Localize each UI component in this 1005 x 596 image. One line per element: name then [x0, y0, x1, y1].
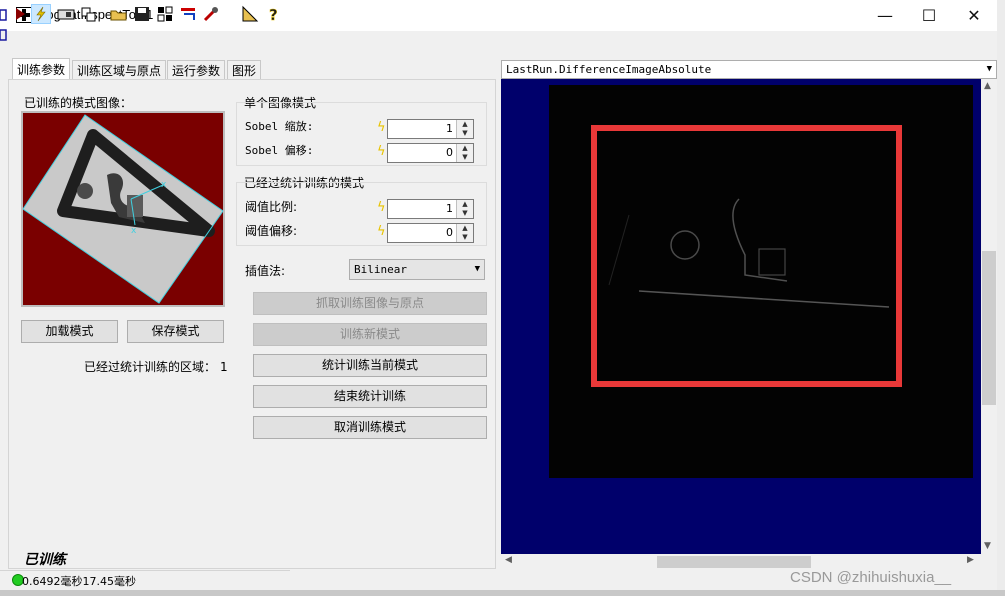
stat-train-current-button[interactable]: 统计训练当前模式 — [253, 354, 487, 377]
wrench-icon[interactable] — [201, 4, 221, 24]
bolt-icon: ϟ — [377, 200, 386, 215]
spin-arrows-icon: ▲ ▼ — [456, 200, 473, 218]
scroll-down-icon[interactable]: ▼ — [984, 541, 991, 551]
help-icon[interactable]: ? — [263, 4, 283, 25]
model-image-label: 已训练的模式图像： — [24, 96, 133, 110]
threshold-offset-label: 阈值偏移: — [245, 224, 298, 238]
image-selector[interactable]: LastRun.DifferenceImageAbsolute ▼ — [501, 60, 997, 79]
sobel-scale-label: Sobel 缩放: — [245, 120, 314, 133]
cancel-train-button[interactable]: 取消训练模式 — [253, 416, 487, 439]
grid-icon[interactable] — [155, 4, 175, 24]
trained-status: 已训练 — [24, 552, 66, 568]
tab-train-region[interactable]: 训练区域与原点 — [72, 60, 167, 80]
background-window-edge — [0, 0, 8, 60]
train-icon[interactable] — [31, 4, 51, 24]
threshold-offset-input[interactable]: 0 ▲ ▼ — [387, 223, 474, 243]
highlight-rectangle — [591, 125, 902, 387]
tab-train-params[interactable]: 训练参数 — [12, 58, 71, 80]
sobel-offset-input[interactable]: 0 ▲ ▼ — [387, 143, 474, 163]
svg-text:?: ? — [269, 6, 278, 24]
load-model-button[interactable]: 加载模式 — [21, 320, 118, 343]
threshold-scale-input[interactable]: 1 ▲ ▼ — [387, 199, 474, 219]
status-time: 0.6492毫秒17.45毫秒 — [22, 575, 136, 588]
sobel-scale-input[interactable]: 1 ▲ ▼ — [387, 119, 474, 139]
reset-icon[interactable] — [178, 4, 198, 24]
grab-train-image-button[interactable]: 抓取训练图像与原点 — [253, 292, 487, 315]
spin-arrows-icon: ▲ ▼ — [456, 144, 473, 162]
stat-region-count: 1 — [220, 360, 228, 374]
background-window-edge — [997, 0, 1005, 596]
tab-run-params[interactable]: 运行参数 — [167, 60, 226, 80]
open-icon[interactable] — [109, 4, 129, 24]
vertical-scrollbar[interactable]: ▲ ▼ — [981, 79, 997, 554]
copy-icon[interactable] — [79, 4, 99, 24]
scroll-thumb[interactable] — [657, 556, 811, 568]
scroll-up-icon[interactable]: ▲ — [984, 81, 991, 91]
spin-arrows-icon: ▲ ▼ — [456, 120, 473, 138]
maximize-button[interactable]: ☐ — [906, 0, 952, 31]
bolt-icon: ϟ — [377, 144, 386, 159]
chevron-down-icon: ▼ — [986, 64, 992, 74]
bolt-icon: ϟ — [377, 120, 386, 135]
minimize-button[interactable]: — — [862, 0, 908, 31]
image-selector-value: LastRun.DifferenceImageAbsolute — [506, 63, 712, 76]
display-icon[interactable] — [56, 4, 76, 24]
train-new-model-button[interactable]: 训练新模式 — [253, 323, 487, 346]
stat-region-label: 已经过统计训练的区域： 1 — [84, 358, 228, 375]
left-edge-marker — [0, 62, 8, 76]
tab-graphics[interactable]: 图形 — [227, 60, 262, 80]
interp-label: 插值法: — [245, 264, 286, 278]
end-stat-train-button[interactable]: 结束统计训练 — [253, 385, 487, 408]
save-model-button[interactable]: 保存模式 — [127, 320, 224, 343]
save-icon[interactable] — [132, 4, 152, 24]
scroll-right-icon[interactable]: ▶ — [967, 555, 974, 565]
chevron-down-icon: ▼ — [474, 264, 480, 274]
scroll-left-icon[interactable]: ◀ — [505, 555, 512, 565]
bolt-icon: ϟ — [377, 224, 386, 239]
toolbar — [8, 31, 1000, 57]
horizontal-scrollbar[interactable]: ◀ ▶ — [501, 554, 981, 570]
close-button[interactable]: ✕ — [951, 0, 997, 31]
trained-model-image[interactable]: x x — [21, 111, 225, 307]
interp-value: Bilinear — [354, 263, 407, 276]
svg-text:x: x — [161, 180, 167, 190]
scroll-thumb[interactable] — [982, 251, 996, 405]
interp-select[interactable]: Bilinear ▼ — [349, 259, 485, 280]
spin-arrows-icon: ▲ ▼ — [456, 224, 473, 242]
run-icon[interactable] — [10, 4, 30, 24]
sobel-offset-label: Sobel 偏移: — [245, 144, 314, 157]
threshold-scale-label: 阈值比例: — [245, 200, 298, 214]
svg-text:x: x — [131, 226, 137, 236]
background-window-edge — [0, 590, 1005, 596]
watermark: CSDN @zhihuishuxia__ — [790, 569, 952, 586]
ruler-icon[interactable] — [240, 4, 260, 24]
stat-region-text: 已经过统计训练的区域： — [84, 360, 217, 374]
